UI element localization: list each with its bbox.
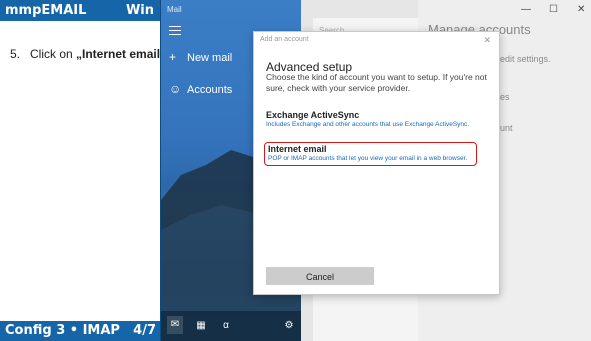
instruction-step: 5. Click on „Internet email“	[10, 47, 166, 61]
guide-footer: Config 3 • IMAP 4/7	[0, 321, 160, 341]
mail-icon[interactable]: ✉	[167, 316, 183, 334]
gear-icon[interactable]: ⚙	[282, 319, 296, 333]
page-indicator: 4/7	[133, 323, 156, 338]
maximize-icon[interactable]: ☐	[549, 4, 558, 15]
guide-title: mmpEMAIL	[5, 3, 87, 18]
option-title: Exchange ActiveSync	[266, 110, 360, 120]
settings-fragment: unt	[500, 123, 513, 133]
accounts-label: Accounts	[187, 84, 233, 96]
settings-fragment: es	[500, 92, 510, 102]
new-mail-label: New mail	[187, 52, 233, 64]
instruction-panel: mmpEMAIL Win 5. Click on „Internet email“…	[0, 0, 166, 341]
step-target: „Internet email“	[76, 47, 167, 61]
dialog-title: Add an account	[260, 36, 309, 43]
new-mail-button[interactable]: + New mail	[169, 50, 232, 64]
guide-config: Config 3 • IMAP	[5, 323, 120, 338]
internet-email-option[interactable]: Internet email POP or IMAP accounts that…	[264, 142, 477, 166]
add-account-dialog: Add an account ✕ Advanced setup Choose t…	[253, 31, 500, 295]
close-window-icon[interactable]: ✕	[577, 4, 585, 15]
option-subtitle: POP or IMAP accounts that let you view y…	[268, 155, 468, 162]
plus-icon: +	[169, 50, 177, 64]
people-icon[interactable]: α	[219, 319, 233, 333]
minimize-icon[interactable]: —	[521, 4, 531, 15]
app-switcher-bar: ✉ ▦ α ⚙	[161, 311, 301, 341]
person-icon: ☺	[169, 82, 182, 96]
dialog-description: Choose the kind of account you want to s…	[266, 72, 487, 93]
option-subtitle: Includes Exchange and other accounts tha…	[266, 121, 470, 128]
calendar-icon[interactable]: ▦	[194, 319, 208, 333]
step-text: Click on	[30, 47, 77, 61]
guide-header: mmpEMAIL Win	[0, 0, 160, 21]
exchange-activesync-option[interactable]: Exchange ActiveSync Includes Exchange an…	[266, 110, 491, 128]
cancel-button[interactable]: Cancel	[266, 267, 374, 285]
hamburger-menu-icon[interactable]	[169, 26, 181, 36]
option-title: Internet email	[268, 144, 327, 154]
accounts-button[interactable]: ☺ Accounts	[169, 82, 232, 96]
app-title: Mail	[167, 5, 182, 14]
guide-platform: Win	[125, 3, 154, 18]
close-icon[interactable]: ✕	[483, 35, 491, 46]
step-number: 5.	[10, 47, 21, 61]
settings-fragment: edit settings.	[500, 54, 551, 64]
